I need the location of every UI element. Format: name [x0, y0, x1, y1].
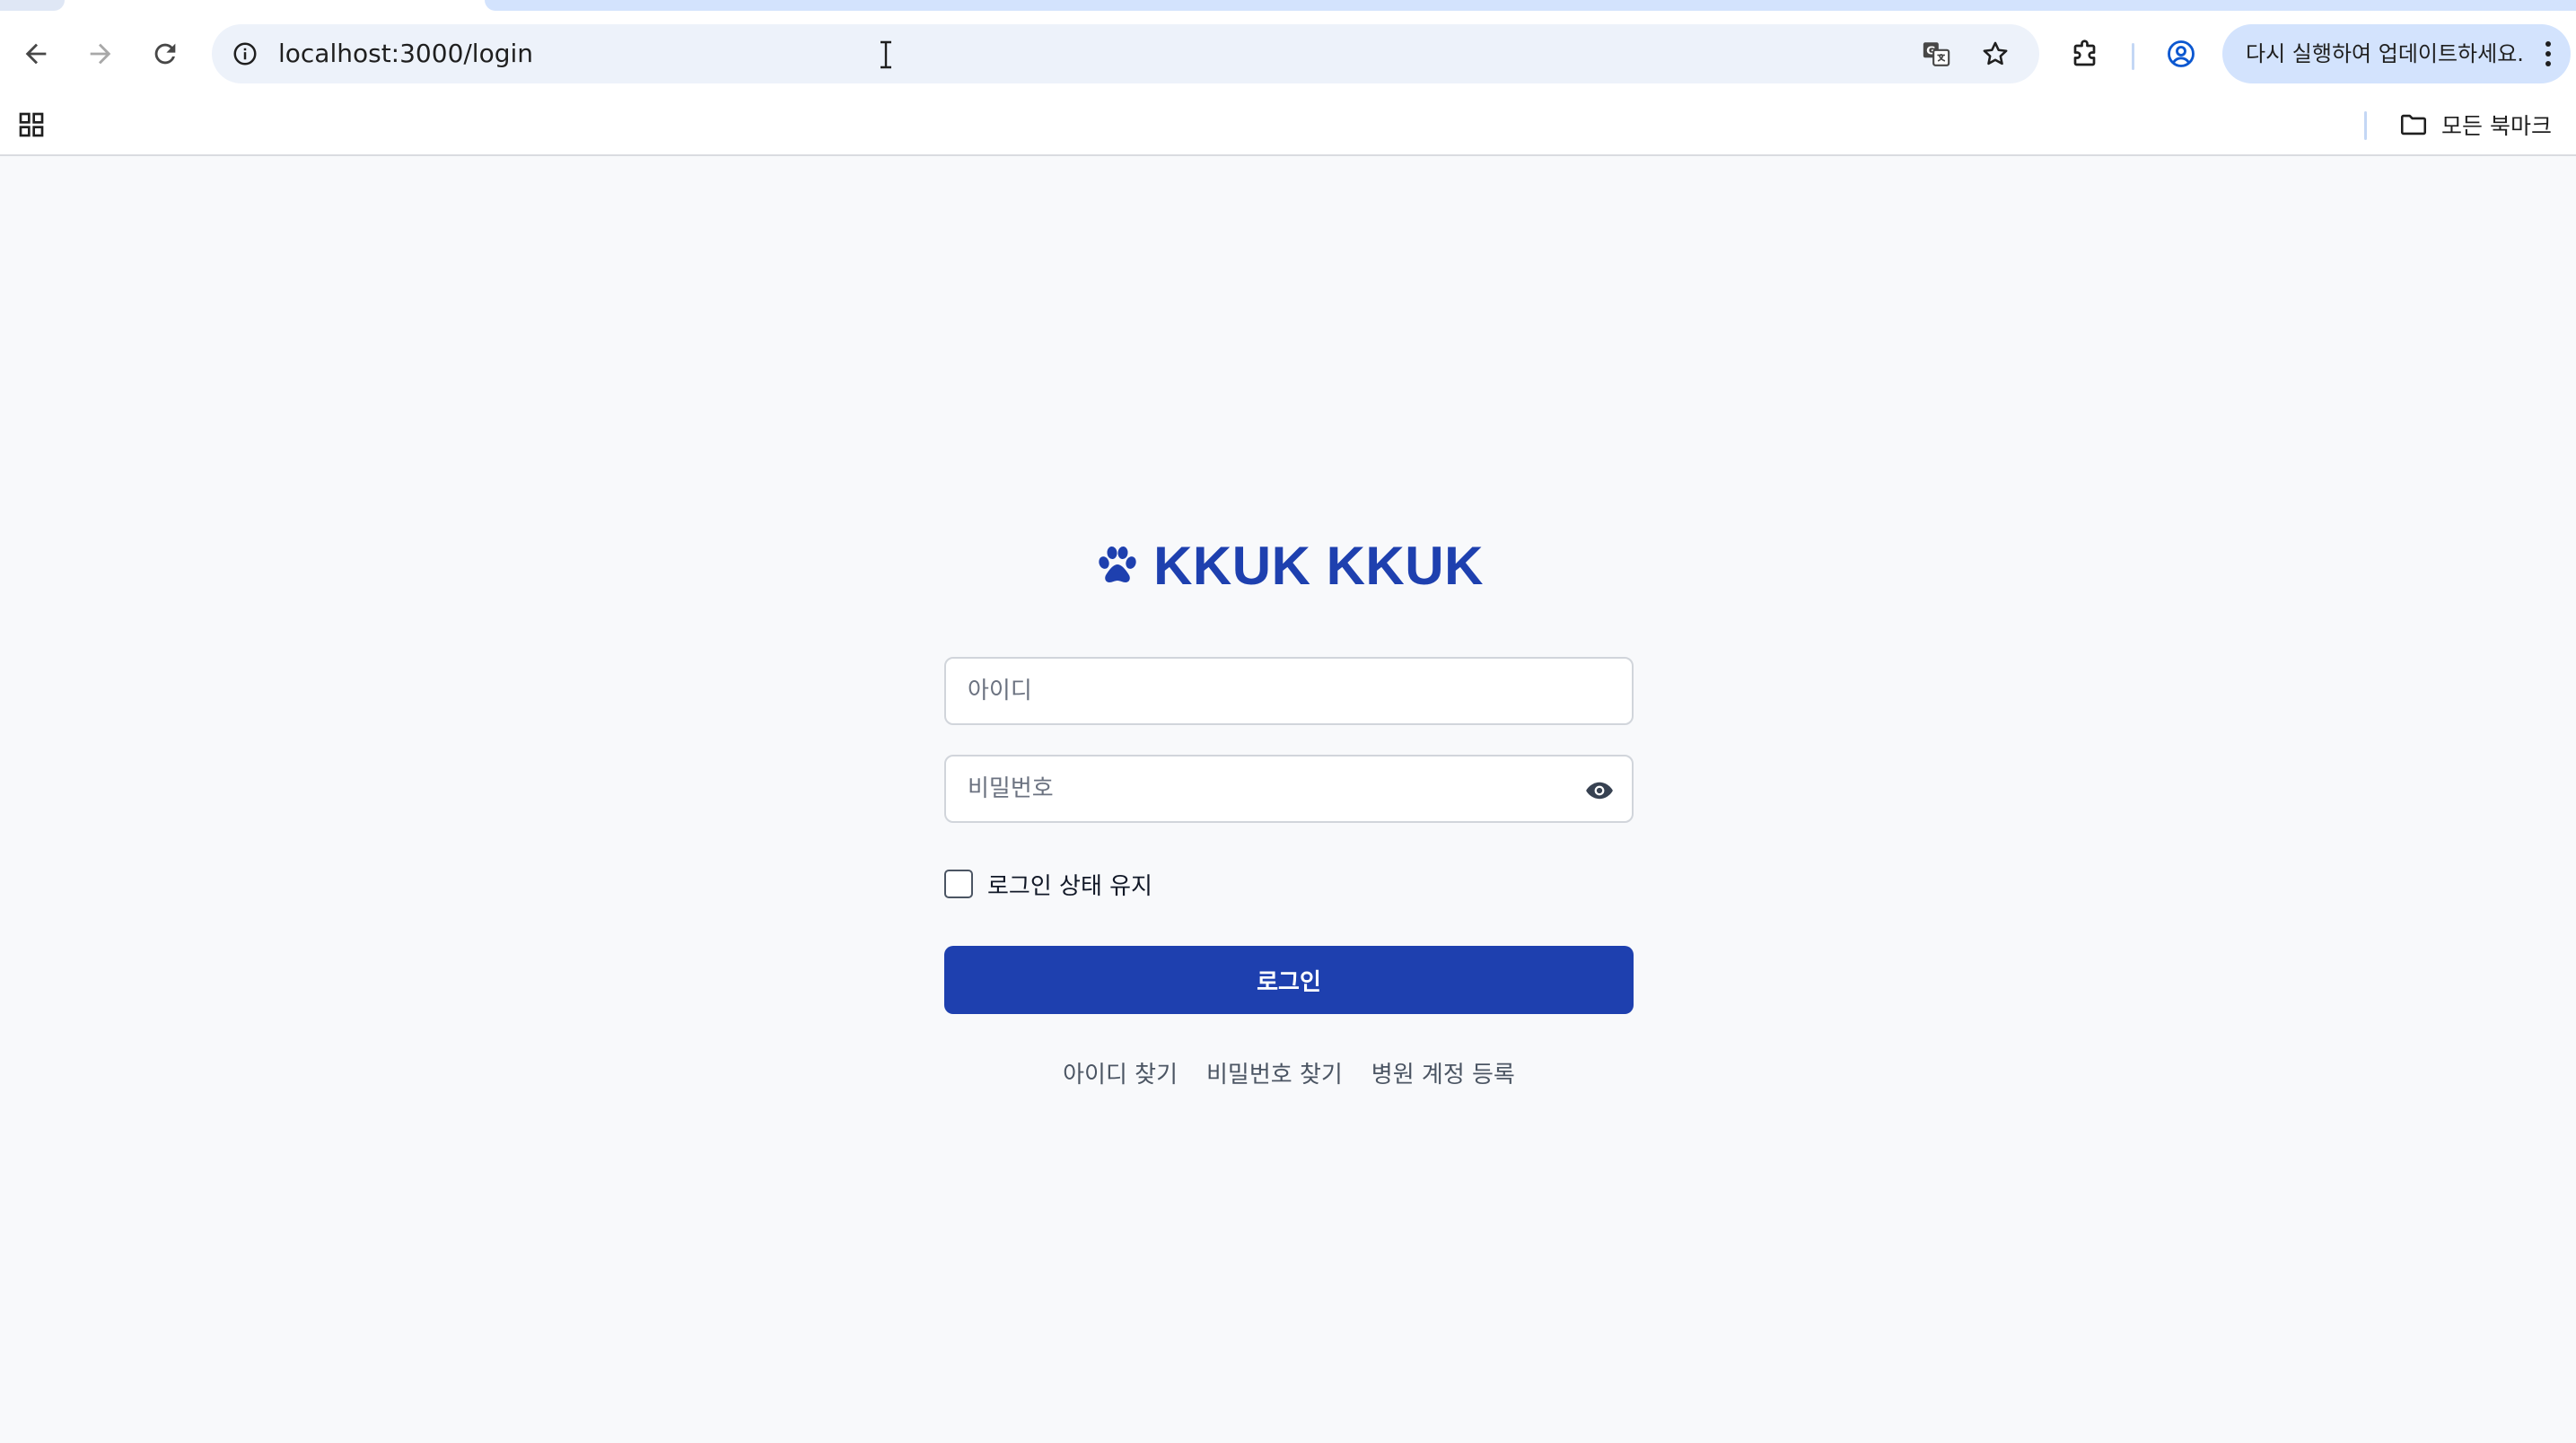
paw-icon [1094, 542, 1141, 589]
account-links: 아이디 찾기 비밀번호 찾기 병원 계정 등록 [944, 1054, 1634, 1090]
bookmarks-divider [2364, 111, 2367, 140]
remember-me[interactable]: 로그인 상태 유지 [944, 866, 1152, 902]
brand-title: KKUK KKUK [1153, 535, 1484, 596]
active-tab[interactable] [0, 0, 65, 11]
more-vert-icon [2545, 41, 2551, 66]
bookmark-star-button[interactable] [1976, 35, 2014, 73]
reload-icon [154, 43, 176, 65]
login-button[interactable]: 로그인 [944, 946, 1634, 1014]
username-input[interactable] [946, 659, 1632, 723]
tab-strip [0, 0, 2576, 13]
translate-button[interactable]: G [1917, 35, 1955, 73]
find-password-link[interactable]: 비밀번호 찾기 [1206, 1056, 1343, 1089]
site-info-button[interactable] [226, 35, 264, 73]
register-hospital-link[interactable]: 병원 계정 등록 [1371, 1056, 1515, 1089]
password-input[interactable] [946, 756, 1632, 821]
toolbar-divider [2132, 43, 2134, 70]
password-field[interactable] [944, 755, 1634, 823]
bookmarks-bar: 모든 북마크 [0, 95, 2576, 156]
address-bar[interactable]: localhost:3000/login G [212, 24, 2039, 83]
eye-icon [1586, 782, 1613, 800]
apps-grid-icon [19, 112, 44, 137]
remember-me-label[interactable]: 로그인 상태 유지 [987, 868, 1152, 901]
forward-button[interactable] [79, 32, 122, 75]
back-button[interactable] [14, 32, 57, 75]
username-field[interactable] [944, 657, 1634, 725]
folder-icon [2400, 114, 2427, 136]
browser-menu-button[interactable] [2537, 37, 2560, 71]
url-text[interactable]: localhost:3000/login [278, 24, 533, 83]
translate-icon: G [1923, 42, 1950, 66]
info-icon [233, 42, 257, 66]
reload-button[interactable] [144, 32, 187, 75]
extensions-button[interactable] [2064, 32, 2107, 75]
account-circle-icon [2168, 40, 2195, 67]
brand-logo: KKUK KKUK [944, 529, 1634, 601]
remember-me-checkbox[interactable] [944, 870, 973, 898]
puzzle-icon [2073, 39, 2096, 66]
browser-toolbar: localhost:3000/login G 다시 실행하여 업데이트하세요. [0, 13, 2576, 95]
star-icon [1983, 41, 2008, 66]
update-chip[interactable]: 다시 실행하여 업데이트하세요. [2222, 24, 2571, 83]
tab-strip-background [485, 0, 2576, 11]
profile-button[interactable] [2160, 32, 2203, 75]
all-bookmarks-label: 모든 북마크 [2441, 113, 2552, 139]
arrow-right-icon [90, 43, 111, 65]
apps-button[interactable] [13, 106, 50, 144]
text-cursor-icon [881, 40, 891, 69]
find-id-link[interactable]: 아이디 찾기 [1063, 1056, 1178, 1089]
toggle-password-visibility-button[interactable] [1582, 773, 1617, 809]
arrow-left-icon [25, 43, 47, 65]
update-chip-label: 다시 실행하여 업데이트하세요. [2246, 41, 2524, 66]
all-bookmarks-button[interactable]: 모든 북마크 [2391, 104, 2559, 145]
